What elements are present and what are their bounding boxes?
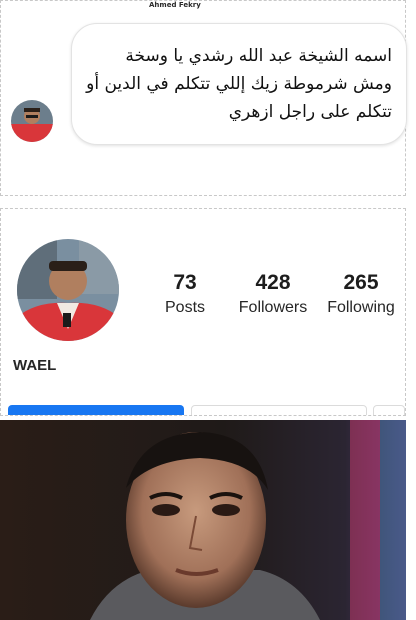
message-button[interactable] [191, 405, 367, 415]
comment-bubble: اسمه الشيخة عبد الله رشدي يا وسخة ومش شر… [71, 23, 407, 145]
followers-stat[interactable]: 428 Followers [235, 271, 311, 317]
comment-author-tag: Ahmed Fekry [149, 1, 201, 9]
follow-button[interactable] [8, 405, 184, 415]
following-count: 265 [343, 271, 379, 294]
profile-username: WAEL [13, 357, 57, 374]
commenter-avatar[interactable] [11, 100, 53, 142]
profile-card: 73 Posts 428 Followers 265 Following WAE… [0, 208, 406, 416]
posts-label: Posts [165, 299, 206, 316]
posts-count: 73 [173, 271, 197, 294]
following-stat[interactable]: 265 Following [323, 271, 399, 317]
profile-avatar[interactable] [17, 239, 119, 341]
comment-card: Ahmed Fekry اسمه الشيخة عبد الله رشدي يا… [0, 0, 407, 196]
comment-text: اسمه الشيخة عبد الله رشدي يا وسخة ومش شر… [86, 46, 392, 122]
followers-count: 428 [255, 271, 291, 294]
followers-label: Followers [238, 299, 308, 316]
following-label: Following [327, 299, 395, 316]
more-options-button[interactable] [373, 405, 405, 415]
selfie-photo [0, 420, 406, 620]
posts-stat[interactable]: 73 Posts [165, 271, 205, 317]
